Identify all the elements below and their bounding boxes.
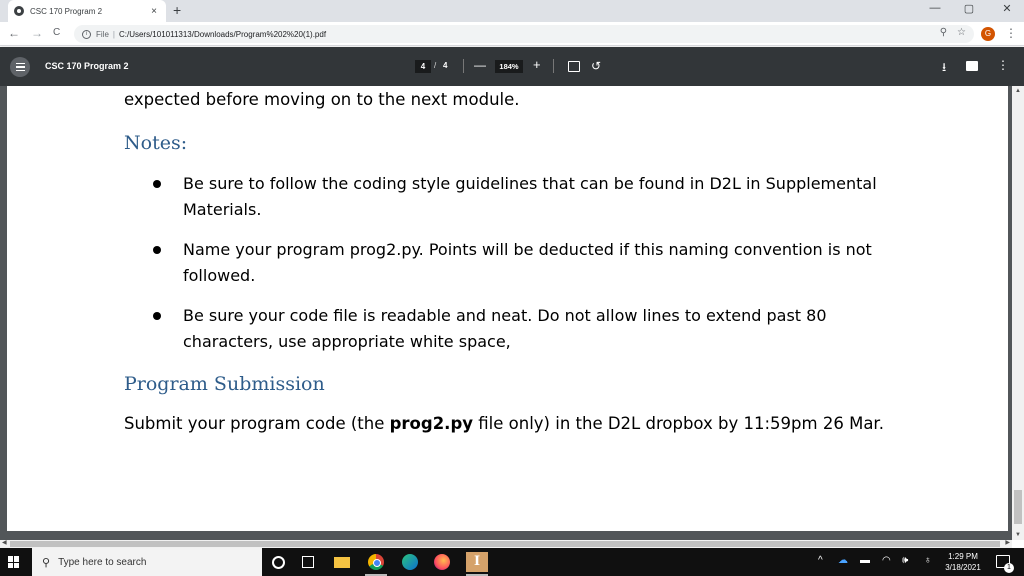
notes-heading: Notes: [124,132,188,154]
tab-close-icon[interactable]: × [148,6,160,17]
maximize-button[interactable]: ▢ [954,2,984,15]
bookmark-star-icon[interactable]: ☆ [957,27,966,38]
sidebar-menu-icon[interactable] [10,57,30,77]
wifi-icon[interactable]: ◠ [882,555,891,566]
submission-filename: prog2.py [389,414,474,433]
address-bar[interactable]: i File | C:/Users/101011313/Downloads/Pr… [74,25,974,43]
divider [463,59,464,73]
tray-chevron-icon[interactable]: ^ [818,555,823,566]
pdf-viewer[interactable]: expected before moving on to the next mo… [0,86,1024,540]
zoom-level-input[interactable]: 184% [495,60,523,73]
intro-line: expected before moving on to the next mo… [124,90,520,109]
download-icon[interactable]: ⭳ [942,58,946,79]
bullet [153,312,161,320]
file-explorer-icon[interactable] [334,557,350,568]
windows-start-icon[interactable] [8,556,20,568]
profile-avatar[interactable]: G [981,27,995,41]
pdf-title: CSC 170 Program 2 [45,61,129,71]
new-tab-button[interactable]: + [173,2,181,18]
pdf-page: expected before moving on to the next mo… [7,86,1008,531]
forward-button[interactable]: → [31,26,43,40]
url-text[interactable]: C:/Users/101011313/Downloads/Program%202… [119,30,326,39]
minimize-button[interactable]: — [920,2,950,14]
rotate-icon[interactable]: ↺ [591,59,601,73]
zoom-out-button[interactable]: — [474,58,486,72]
zoom-in-button[interactable]: + [533,57,541,72]
app-icon[interactable]: I [466,552,488,572]
cortana-icon[interactable] [272,556,285,569]
scheme-label: File [96,29,109,39]
bullet [153,180,161,188]
pdf-toolbar: CSC 170 Program 2 4 / 4 — 184% + ↺ ⭳ ⋮ [0,47,1024,86]
note-1-line-2: Materials. [183,200,262,219]
page-total: 4 [443,61,448,70]
chrome-icon[interactable] [368,554,384,570]
back-button[interactable]: ← [8,26,20,40]
taskbar-search[interactable]: ⚲ Type here to search [32,548,262,576]
browser-toolbar: ← → C i File | C:/Users/101011313/Downlo… [0,22,1024,46]
page-number-input[interactable]: 4 [415,60,431,73]
pdf-more-icon[interactable]: ⋮ [997,58,1009,72]
horizontal-scrollbar[interactable]: ◀ ▶ [0,540,1012,548]
scroll-thumb[interactable] [1014,490,1022,524]
search-placeholder: Type here to search [58,556,147,568]
edge-icon[interactable] [402,554,418,570]
scroll-left-icon[interactable]: ◀ [2,539,7,546]
reload-button[interactable]: C [53,27,60,38]
note-2-line-1: Name your program prog2.py. Points will … [183,240,872,259]
tab-csc170[interactable]: CSC 170 Program 2 × [8,0,166,22]
scroll-up-icon[interactable]: ▲ [1015,88,1021,94]
page-separator: / [434,61,437,70]
zoom-icon[interactable]: ⚲ [940,27,947,38]
note-2-line-2: followed. [183,266,256,285]
hscroll-thumb[interactable] [10,541,1000,547]
vertical-scrollbar[interactable]: ▲ ▼ [1012,86,1024,540]
globe-icon [14,6,24,16]
volume-icon[interactable]: 🕪 [902,555,908,566]
search-icon: ⚲ [42,556,51,569]
scroll-down-icon[interactable]: ▼ [1015,532,1021,538]
onedrive-icon[interactable]: ☁ [838,555,848,566]
note-3-line-1: Be sure your code file is readable and n… [183,306,827,325]
close-window-button[interactable]: ✕ [992,2,1022,15]
scroll-right-icon[interactable]: ▶ [1005,539,1010,546]
bullet [153,246,161,254]
tray-extra-icon[interactable]: ♁ [924,555,932,566]
submission-heading: Program Submission [124,373,325,395]
tab-strip: CSC 170 Program 2 × + — ▢ ✕ [0,0,1024,22]
divider [553,59,554,73]
browser-menu-icon[interactable]: ⋮ [1005,26,1017,40]
task-view-icon[interactable] [302,556,314,568]
scheme-separator: | [112,29,115,39]
info-icon[interactable]: i [82,29,91,39]
taskbar: ⚲ Type here to search I ^ ☁ ▬ ◠ 🕪 ♁ 1:29… [0,548,1024,576]
firefox-icon[interactable] [434,554,450,570]
clock[interactable]: 1:29 PM 3/18/2021 [940,551,986,573]
submission-after: file only) in the D2L dropbox by 11:59pm… [473,414,884,433]
note-3-line-2: characters, use appropriate white space, [183,332,511,351]
clock-date: 3/18/2021 [945,563,981,572]
tab-title: CSC 170 Program 2 [30,6,103,16]
notification-badge: 1 [1004,563,1014,573]
note-1-line-1: Be sure to follow the coding style guide… [183,174,877,193]
clock-time: 1:29 PM [948,552,978,561]
fit-page-icon[interactable] [568,61,580,72]
submission-text: Submit your program code (the prog2.py f… [124,414,884,433]
print-icon[interactable] [966,61,978,71]
battery-icon[interactable]: ▬ [860,555,870,566]
submission-before: Submit your program code (the [124,414,390,433]
